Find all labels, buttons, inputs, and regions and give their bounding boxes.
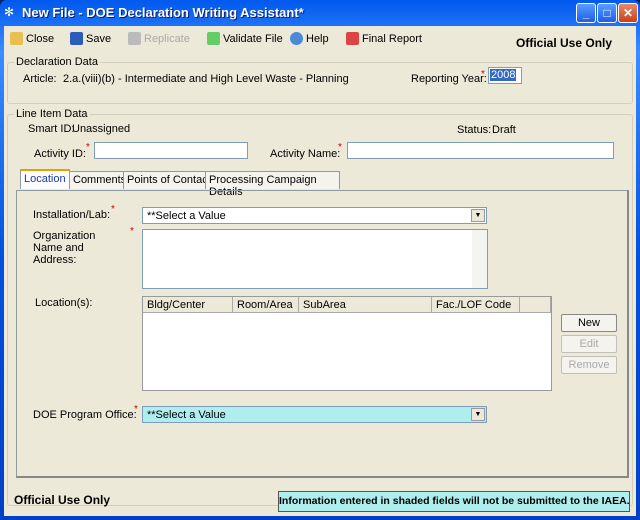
tab-location[interactable]: Location — [20, 169, 70, 189]
client-area: Close Save Replicate Validate File Help … — [4, 26, 636, 516]
activity-id-input[interactable] — [94, 142, 248, 159]
folder-icon — [10, 32, 23, 45]
required-marker: * — [86, 142, 90, 153]
close-window-button[interactable]: ✕ — [618, 3, 638, 23]
tab-processing-campaign-details[interactable]: Processing Campaign Details — [205, 171, 340, 198]
selected-value: **Select a Value — [147, 409, 226, 421]
chevron-down-icon[interactable]: ▼ — [471, 408, 485, 421]
group-legend: Declaration Data — [14, 56, 100, 68]
close-button[interactable]: Close — [10, 32, 54, 45]
smart-id-label: Smart ID: — [28, 123, 75, 135]
activity-id-label: Activity ID: — [34, 148, 86, 160]
validate-file-button[interactable]: Validate File — [207, 32, 283, 45]
location-tab-panel: Installation/Lab: * **Select a Value ▼ Or… — [16, 190, 629, 478]
tab-comments[interactable]: Comments — [69, 171, 131, 189]
reporting-year-input[interactable]: 2008 — [488, 67, 522, 84]
shaded-fields-notice: Information entered in shaded fields wil… — [278, 491, 630, 512]
chevron-down-icon[interactable]: ▼ — [471, 209, 485, 222]
required-marker: * — [130, 226, 134, 237]
column-header[interactable]: Fac./LOF Code — [432, 297, 520, 313]
replicate-label: Replicate — [144, 32, 190, 45]
save-button[interactable]: Save — [70, 32, 111, 45]
floppy-disk-icon — [70, 32, 83, 45]
edit-location-button[interactable]: Edit — [561, 335, 617, 353]
scrollbar[interactable] — [472, 230, 487, 288]
app-window: ✻ New File - DOE Declaration Writing Ass… — [0, 0, 640, 520]
required-marker: * — [338, 142, 342, 153]
final-report-label: Final Report — [362, 32, 422, 45]
reporting-year-label: Reporting Year: — [411, 73, 487, 85]
activity-name-label: Activity Name: — [270, 148, 341, 160]
installation-select[interactable]: **Select a Value ▼ — [142, 207, 487, 224]
help-icon — [290, 32, 303, 45]
program-office-select[interactable]: **Select a Value ▼ — [142, 406, 487, 423]
validate-check-icon — [207, 32, 220, 45]
required-marker: * — [481, 69, 485, 80]
locations-list[interactable]: Bldg/Center Room/Area SubArea Fac./LOF C… — [142, 296, 552, 391]
smart-id-value: Unassigned — [72, 123, 131, 135]
save-label: Save — [86, 32, 112, 45]
maximize-button[interactable]: □ — [597, 3, 617, 23]
declaration-data-group: Declaration Data Article: 2.a.(viii)(b) … — [7, 56, 633, 104]
window-title: New File - DOE Declaration Writing Assis… — [22, 5, 304, 20]
replicate-button[interactable]: Replicate — [128, 32, 190, 45]
app-icon: ✻ — [4, 5, 15, 19]
required-marker: * — [134, 404, 138, 415]
column-header-filler — [520, 297, 551, 313]
new-location-button[interactable]: New — [561, 314, 617, 332]
article-value: 2.a.(viii)(b) - Intermediate and High Le… — [63, 73, 349, 85]
tab-points-of-contact[interactable]: Points of Contact — [123, 171, 215, 189]
locations-label: Location(s): — [35, 297, 93, 309]
article-label: Article: — [23, 73, 57, 85]
status-value: Draft — [492, 124, 516, 136]
help-label: Help — [306, 32, 329, 45]
activity-name-input[interactable] — [347, 142, 614, 159]
column-header[interactable]: SubArea — [299, 297, 432, 313]
final-report-button[interactable]: Final Report — [346, 32, 422, 45]
line-item-data-group: Line Item Data Smart ID: Unassigned Stat… — [7, 108, 633, 506]
selected-value: **Select a Value — [147, 210, 226, 222]
organization-label: Organization Name and Address: — [33, 230, 96, 266]
program-office-label: DOE Program Office: — [33, 409, 137, 421]
remove-location-button[interactable]: Remove — [561, 356, 617, 374]
validate-label: Validate File — [223, 32, 283, 45]
installation-label: Installation/Lab: — [33, 209, 111, 221]
help-button[interactable]: Help — [290, 32, 329, 45]
report-icon — [346, 32, 359, 45]
column-header[interactable]: Room/Area — [233, 297, 299, 313]
status-label: Status: — [457, 124, 492, 136]
marking-footer: Official Use Only — [14, 493, 111, 507]
close-label: Close — [26, 32, 55, 45]
year-value: 2008 — [490, 69, 517, 81]
column-header[interactable]: Bldg/Center — [143, 297, 233, 313]
tab-strip: Location Comments Points of Contact Proc… — [20, 169, 340, 198]
minimize-button[interactable]: _ — [576, 3, 596, 23]
group-legend: Line Item Data — [14, 108, 90, 120]
organization-textarea[interactable] — [142, 229, 488, 289]
replicate-icon — [128, 32, 141, 45]
marking-header: Official Use Only — [516, 36, 613, 50]
required-marker: * — [111, 204, 115, 215]
